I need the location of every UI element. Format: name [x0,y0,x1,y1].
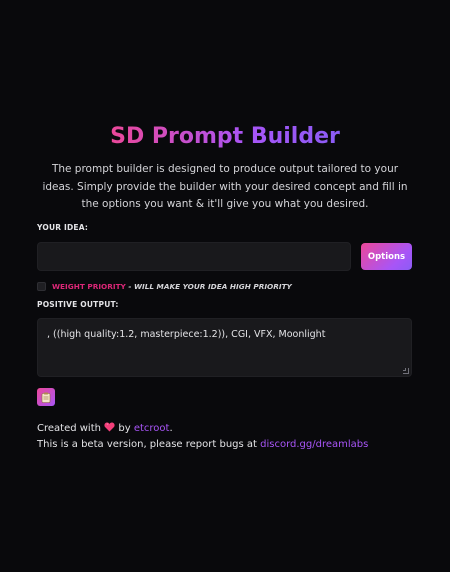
footer-period: . [169,423,173,434]
weight-priority-label: WEIGHT PRIORITY - WILL MAKE YOUR IDEA HI… [52,282,292,292]
footer-beta-text: This is a beta version, please report bu… [37,439,257,450]
page-description: The prompt builder is designed to produc… [42,163,408,210]
footer-beta: This is a beta version, please report bu… [37,437,427,453]
footer: Created with by etcroot. This is a beta … [37,421,427,453]
copy-button[interactable] [37,388,55,406]
positive-output-text: , ((high quality:1.2, masterpiece:1.2)),… [47,329,326,340]
footer-credit: Created with by etcroot. [37,421,427,437]
page-title-text: SD Prompt Builder [110,124,340,149]
page-title: SD Prompt Builder [0,122,450,152]
author-link[interactable]: etcroot [134,423,170,434]
idea-input[interactable] [37,242,351,271]
footer-created-text: Created with [37,423,101,434]
weight-priority-checkbox[interactable] [37,282,46,291]
weight-priority-hint: - WILL MAKE YOUR IDEA HIGH PRIORITY [125,282,292,291]
weight-priority-title: WEIGHT PRIORITY [52,282,126,291]
clipboard-icon [41,392,51,403]
output-label: POSITIVE OUTPUT: [37,300,119,309]
discord-link[interactable]: discord.gg/dreamlabs [260,439,368,450]
options-button[interactable]: Options [361,243,412,270]
heart-icon [104,422,115,432]
idea-label: YOUR IDEA: [37,223,89,232]
resize-handle[interactable] [403,368,409,374]
footer-by-text: by [118,423,131,434]
positive-output-textarea[interactable]: , ((high quality:1.2, masterpiece:1.2)),… [37,318,412,377]
page: SD Prompt Builder The prompt builder is … [0,0,450,572]
